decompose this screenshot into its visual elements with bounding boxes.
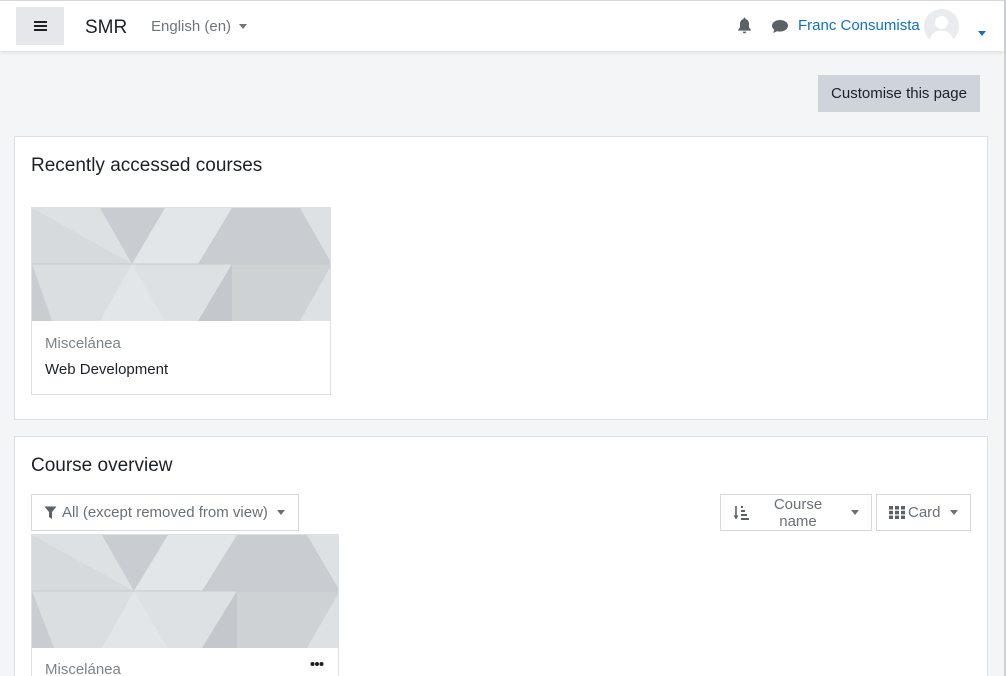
course-image[interactable] bbox=[32, 208, 331, 321]
language-menu[interactable]: English (en) bbox=[151, 18, 248, 35]
user-avatar-icon[interactable] bbox=[924, 9, 959, 44]
recently-accessed-block: Recently accessed courses Miscelánea Web… bbox=[14, 136, 988, 420]
chevron-down-icon bbox=[978, 31, 986, 36]
course-filter-dropdown[interactable]: All (except removed from view) bbox=[31, 494, 299, 531]
language-label: English (en) bbox=[151, 18, 232, 35]
course-overview-block: Course overview All (except removed from… bbox=[14, 436, 988, 676]
user-menu-toggle[interactable] bbox=[978, 23, 986, 40]
sort-alpha-icon bbox=[733, 505, 749, 520]
filter-label: All (except removed from view) bbox=[62, 504, 268, 521]
chevron-down-icon bbox=[276, 510, 285, 515]
course-card[interactable]: Miscelánea Web Development bbox=[31, 207, 331, 395]
funnel-icon bbox=[44, 506, 57, 519]
chevron-down-icon bbox=[949, 510, 958, 515]
course-sort-dropdown[interactable]: Course name bbox=[720, 494, 872, 531]
block-title: Course overview bbox=[31, 455, 173, 476]
course-view-dropdown[interactable]: Card bbox=[876, 494, 971, 531]
grid-icon bbox=[889, 506, 905, 519]
nav-drawer-toggle-button[interactable] bbox=[16, 7, 64, 45]
block-title: Recently accessed courses bbox=[31, 155, 263, 176]
customise-page-button[interactable]: Customise this page bbox=[818, 75, 980, 112]
ellipsis-icon[interactable] bbox=[310, 661, 324, 667]
site-brand[interactable]: SMR bbox=[85, 17, 127, 39]
sort-label: Course name bbox=[773, 495, 823, 530]
course-name-link[interactable]: Web Development bbox=[45, 361, 168, 378]
course-card[interactable]: Miscelánea bbox=[31, 534, 339, 676]
hamburger-icon bbox=[33, 20, 47, 32]
view-label: Card bbox=[908, 504, 941, 521]
chat-bubble-icon[interactable] bbox=[771, 19, 789, 34]
chevron-down-icon bbox=[851, 510, 859, 515]
chevron-down-icon bbox=[239, 24, 248, 29]
user-menu-name[interactable]: Franc Consumista bbox=[798, 17, 920, 34]
course-category: Miscelánea bbox=[45, 335, 121, 352]
top-navbar: SMR English (en) Franc Consumista bbox=[0, 0, 1004, 51]
course-image[interactable] bbox=[32, 535, 339, 648]
bell-icon[interactable] bbox=[737, 17, 752, 34]
course-category: Miscelánea bbox=[45, 661, 121, 676]
